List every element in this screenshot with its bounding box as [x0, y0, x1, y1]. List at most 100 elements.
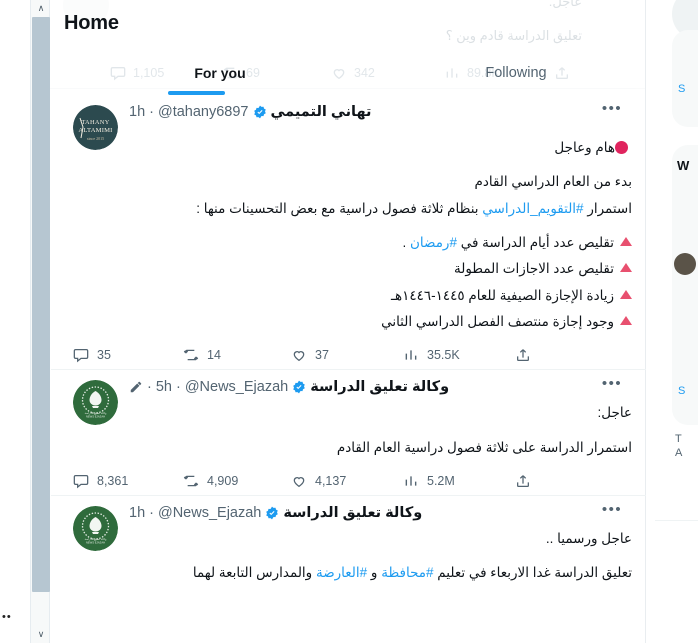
tweet-line-text: هام وعاجل — [554, 140, 615, 155]
tweet-text: عاجل ورسميا .. تعليق الدراسة غدا الاربعا… — [63, 526, 634, 587]
author-handle[interactable]: @News_Ejazah — [158, 505, 261, 521]
tweet-separator: · — [175, 379, 181, 396]
svg-text:NEWS EJAZAH: NEWS EJAZAH — [86, 415, 105, 419]
tweet-bullet: تقليص عدد الاجازات المطولة — [91, 256, 632, 282]
tweet-more-options-icon[interactable]: ••• — [598, 502, 626, 523]
comment-icon — [73, 349, 89, 363]
tweet-spacer — [91, 427, 632, 435]
share-icon — [517, 349, 529, 362]
verified-badge-icon — [266, 506, 279, 520]
tweet-separator: · — [147, 379, 152, 396]
tweet-more-options-icon[interactable]: ••• — [598, 101, 626, 122]
views-count: 35.5K — [427, 348, 460, 363]
tweet-line: هام وعاجل — [91, 135, 632, 161]
author-display-name[interactable]: وكالة تعليق الدراسة — [283, 505, 422, 521]
tweet-item[interactable]: وكالة تعليق الدراسة NEWS EJAZAH وكالة تع… — [51, 370, 646, 496]
tweet-author-row: وكالة تعليق الدراسة @News_Ejazah · 1h ••… — [129, 502, 622, 521]
scrollbar-thumb[interactable] — [32, 17, 50, 592]
like-count: 4,137 — [315, 473, 347, 488]
tweet-line-text: بدء من العام الدراسي القادم — [474, 174, 632, 190]
sidebar-show-more-2[interactable]: S — [678, 385, 685, 397]
tweet-item[interactable]: وكالة تعليق الدراسة NEWS EJAZAH وكالة تع… — [51, 496, 646, 593]
retweet-button[interactable]: 4,909 — [183, 473, 291, 489]
reply-button[interactable]: 35 — [73, 347, 183, 363]
sidebar-divider — [655, 520, 698, 521]
svg-text:TAHANY: TAHANY — [81, 119, 109, 126]
views-count: 5.2M — [427, 473, 455, 488]
overflow-dots[interactable]: •• — [2, 612, 26, 624]
tweet-timestamp[interactable]: 1h — [129, 505, 145, 521]
sidebar-footer-line-2: A — [675, 447, 683, 459]
tweet-separator: · — [149, 104, 154, 120]
tweet-actions-row: 35 14 37 35.5K — [63, 347, 634, 363]
hashtag-link[interactable]: #محافظة — [381, 565, 433, 580]
author-display-name[interactable]: وكالة تعليق الدراسة — [310, 379, 449, 395]
retweet-button[interactable]: 14 — [183, 347, 291, 363]
hashtag-link[interactable]: #رمضان — [410, 235, 457, 250]
avatar[interactable]: وكالة تعليق الدراسة NEWS EJAZAH — [73, 505, 118, 551]
tweet-line: استمرار الدراسة على ثلاثة فصول دراسية ال… — [91, 435, 632, 461]
sidebar-show-more-1[interactable]: S — [678, 83, 685, 95]
svg-text:وكالة تعليق الدراسة: وكالة تعليق الدراسة — [85, 537, 108, 541]
heart-icon — [293, 351, 305, 362]
tweet-timestamp[interactable]: 5h — [156, 379, 172, 395]
edited-pencil-icon — [130, 381, 142, 393]
tweet-line-text: عاجل: — [597, 405, 633, 421]
reply-button[interactable]: 8,361 — [73, 473, 183, 489]
sidebar-card-who-to-follow[interactable] — [672, 145, 698, 425]
tweet-timestamp[interactable]: 1h — [129, 104, 145, 120]
tweet-line-post: . — [402, 234, 410, 250]
right-sidebar: S S W T A — [655, 0, 698, 643]
reply-count: 35 — [97, 348, 111, 363]
retweet-icon — [183, 475, 199, 487]
share-button[interactable] — [515, 473, 545, 489]
views-button[interactable]: 5.2M — [403, 473, 515, 489]
red-triangle-icon — [620, 289, 632, 299]
hashtag-link[interactable]: #التقويم_الدراسي — [482, 201, 583, 216]
tweet-header: TAHANY ALTAMIMI since 2015 تهاني التميمي… — [63, 101, 634, 150]
analytics-icon — [405, 476, 417, 486]
tweet-author-row: تهاني التميمي @tahany6897 · 1h ••• — [129, 101, 622, 120]
vertical-scrollbar[interactable]: ∧ ∨ — [30, 0, 50, 643]
tweet-line-post: والمدارس التابعة لهما — [192, 565, 316, 581]
tweet-line: عاجل: — [91, 400, 633, 426]
analytics-icon — [405, 350, 417, 360]
avatar[interactable]: وكالة تعليق الدراسة NEWS EJAZAH — [73, 380, 118, 426]
tweet-line-text: استمرار الدراسة على ثلاثة فصول دراسية ال… — [336, 439, 632, 455]
avatar[interactable]: TAHANY ALTAMIMI since 2015 — [73, 105, 118, 150]
tab-for-you[interactable]: For you — [161, 56, 279, 94]
tweet-line-mid: و — [367, 565, 382, 581]
sidebar-card-whats-happening[interactable] — [672, 30, 698, 127]
reply-count: 8,361 — [97, 473, 129, 488]
tweet-bullet: تقليص عدد أيام الدراسة في #رمضان . — [91, 230, 632, 256]
tweet-line-pre: تقليص عدد أيام الدراسة في — [456, 234, 614, 250]
page-header: Home — [51, 0, 646, 54]
sidebar-suggested-avatar[interactable] — [674, 253, 696, 275]
author-handle[interactable]: @News_Ejazah — [185, 379, 288, 395]
tweet-item[interactable]: TAHANY ALTAMIMI since 2015 تهاني التميمي… — [51, 95, 646, 371]
tweet-line-text: عاجل ورسميا .. — [545, 530, 632, 546]
verified-badge-icon — [293, 380, 305, 394]
tweet-more-options-icon[interactable]: ••• — [598, 376, 626, 397]
tweet-spacer — [91, 552, 632, 560]
tab-following[interactable]: Following — [451, 56, 581, 94]
scroll-down-arrow-icon[interactable]: ∨ — [31, 626, 51, 643]
sidebar-heading: W — [677, 158, 690, 173]
tweet-text: هام وعاجل بدء من العام الدراسي القادم اس… — [63, 135, 634, 335]
like-button[interactable]: 4,137 — [291, 473, 403, 489]
like-button[interactable]: 37 — [291, 347, 403, 363]
tweet-header: وكالة تعليق الدراسة NEWS EJAZAH وكالة تع… — [63, 376, 634, 426]
svg-text:ALTAMIMI: ALTAMIMI — [78, 127, 112, 134]
tahany-avatar-icon: TAHANY ALTAMIMI since 2015 — [73, 105, 118, 150]
tweet-line-text: زيادة الإجازة الصيفية للعام ١٤٤٥-١٤٤٦هـ — [391, 287, 614, 303]
views-button[interactable]: 35.5K — [403, 347, 515, 363]
author-display-name[interactable]: تهاني التميمي — [271, 104, 372, 120]
share-icon — [517, 475, 529, 487]
author-handle[interactable]: @tahany6897 — [158, 104, 249, 120]
scroll-up-arrow-icon[interactable]: ∧ — [31, 0, 51, 17]
share-button[interactable] — [515, 347, 545, 363]
tweet-line-pre: تعليق الدراسة غدا الاربعاء في تعليم — [433, 565, 632, 581]
hashtag-link[interactable]: #العارضة — [316, 565, 367, 580]
tweet-author-row: وكالة تعليق الدراسة @News_Ejazah · 5h · … — [129, 376, 622, 396]
retweet-count: 14 — [207, 348, 221, 363]
